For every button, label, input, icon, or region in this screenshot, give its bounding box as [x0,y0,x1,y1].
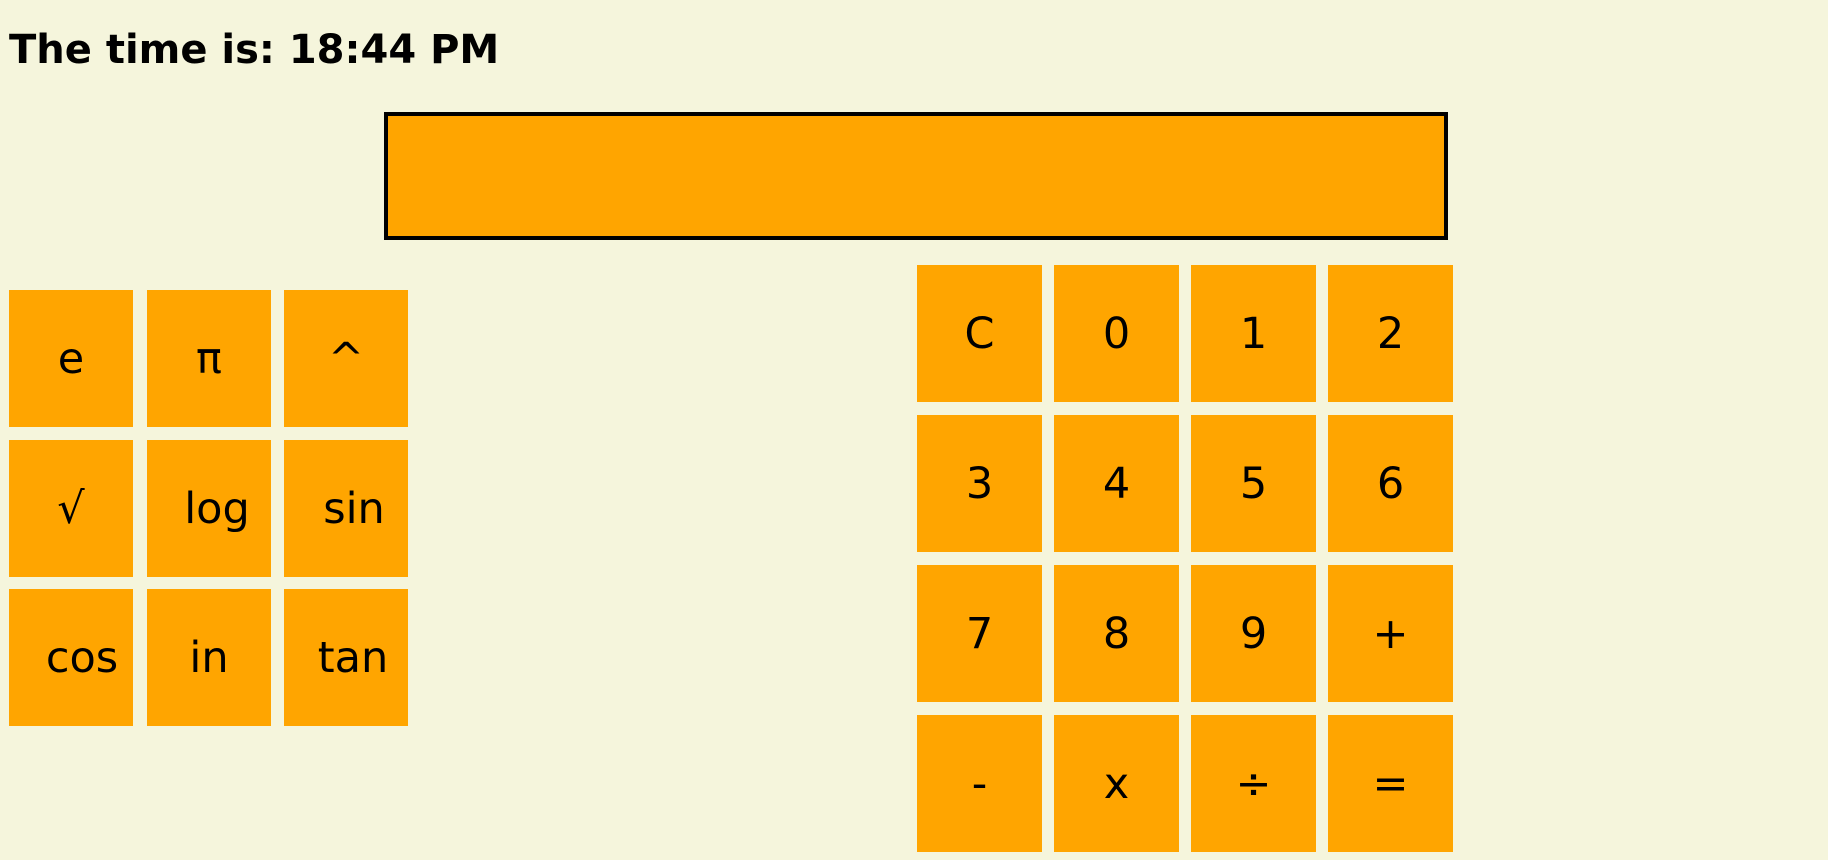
ln-button[interactable]: in [147,589,271,726]
log-button[interactable]: log [147,440,271,577]
minus-button[interactable]: - [917,715,1042,852]
square-root-button[interactable]: √ [9,440,133,577]
sin-button[interactable]: sin [284,440,408,577]
calculator-display[interactable] [384,112,1448,240]
digit-3-button[interactable]: 3 [917,415,1042,552]
cos-button[interactable]: cos [9,589,133,726]
multiply-button[interactable]: x [1054,715,1179,852]
digit-9-button[interactable]: 9 [1191,565,1316,702]
pi-button[interactable]: π [147,290,271,427]
divide-button[interactable]: ÷ [1191,715,1316,852]
equals-button[interactable]: = [1328,715,1453,852]
e-button[interactable]: e [9,290,133,427]
digit-4-button[interactable]: 4 [1054,415,1179,552]
digit-7-button[interactable]: 7 [917,565,1042,702]
clear-button[interactable]: C [917,265,1042,402]
plus-button[interactable]: + [1328,565,1453,702]
digit-0-button[interactable]: 0 [1054,265,1179,402]
tan-button[interactable]: tan [284,589,408,726]
digit-6-button[interactable]: 6 [1328,415,1453,552]
current-time-heading: The time is: 18:44 PM [9,27,500,73]
digit-5-button[interactable]: 5 [1191,415,1316,552]
power-button[interactable]: ^ [284,290,408,427]
digit-1-button[interactable]: 1 [1191,265,1316,402]
digit-2-button[interactable]: 2 [1328,265,1453,402]
digit-8-button[interactable]: 8 [1054,565,1179,702]
